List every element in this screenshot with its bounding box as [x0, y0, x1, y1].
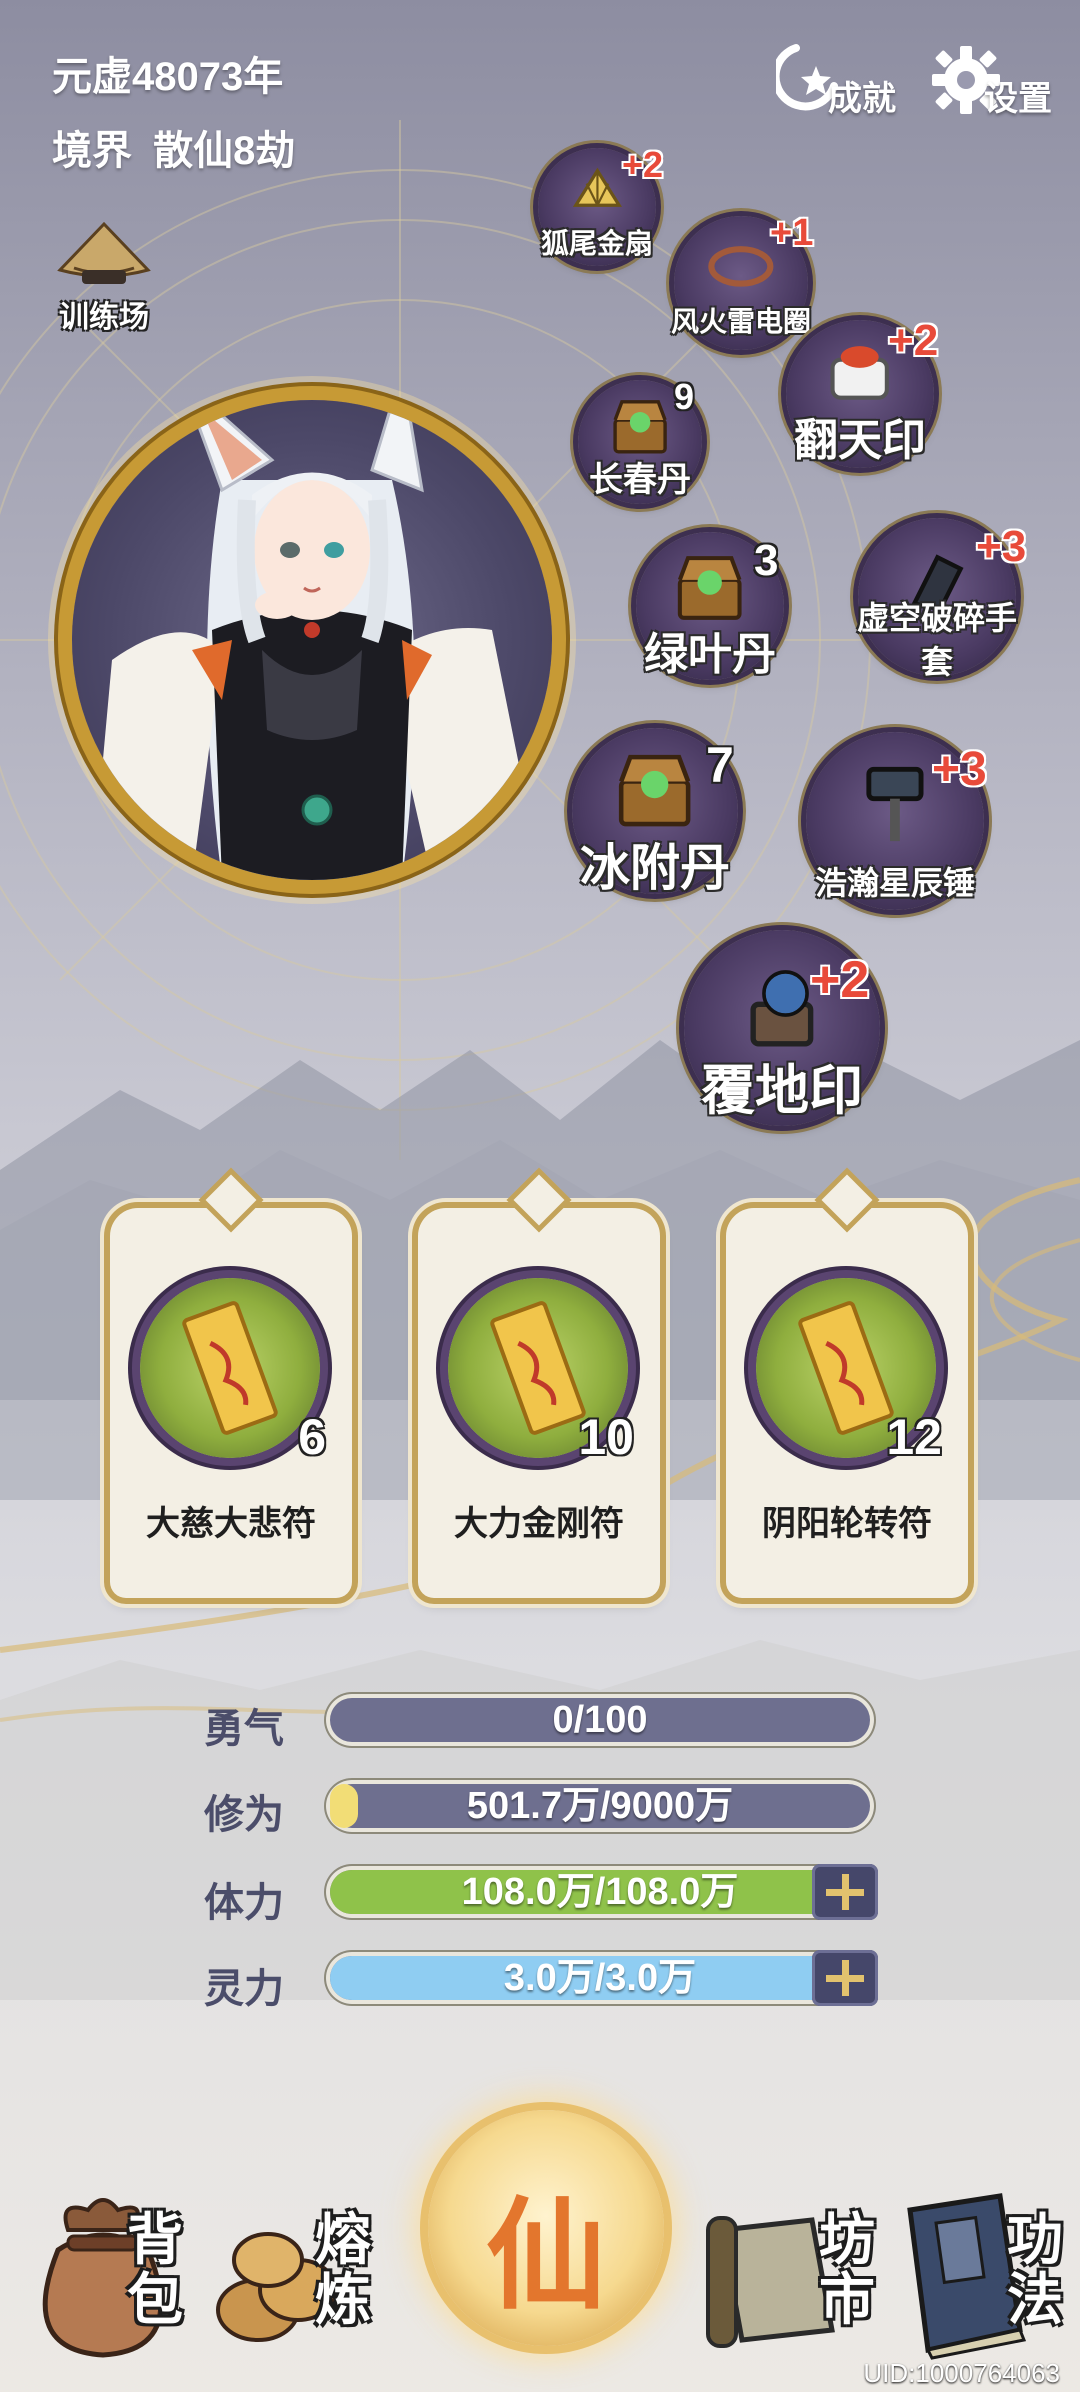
world-year: 元虚48073年 [52, 55, 284, 99]
talisman-card[interactable]: 10 大力金刚符 [418, 1208, 660, 1598]
item-count: 3 [754, 536, 779, 585]
item-name: 狐尾金扇 [540, 228, 654, 259]
cultivation-bar: 501.7万/9000万 [326, 1780, 874, 1832]
nav-market-button[interactable]: 坊市 [702, 2180, 892, 2380]
item-name: 覆地印 [701, 1061, 863, 1121]
talisman-card[interactable]: 12 阴阳轮转符 [726, 1208, 968, 1598]
item-bonus: +2 [810, 951, 870, 1009]
cultivation-label: 修为 [204, 1793, 284, 1837]
stamina-label: 体力 [204, 1881, 284, 1925]
item-name: 翻天印 [794, 416, 926, 465]
straw-hat-icon [57, 221, 151, 284]
equipment-item[interactable]: 绿叶丹 3 [636, 532, 784, 680]
equipment-item[interactable]: 翻天印 +2 [786, 316, 938, 468]
talisman-count: 10 [578, 1409, 634, 1465]
equipment-item[interactable]: 覆地印 +2 [684, 930, 880, 1126]
character-portrait[interactable] [72, 400, 552, 880]
equipment-item[interactable]: 狐尾金扇 +2 [538, 144, 663, 266]
realm-row: 境界 散仙8劫 [52, 118, 295, 176]
equipment-item[interactable]: 浩瀚星辰锤 +3 [806, 732, 987, 910]
courage-value: 0/100 [552, 1699, 648, 1741]
realm-label: 境界 [52, 129, 132, 173]
item-name: 浩瀚星辰锤 [814, 865, 976, 901]
spirit-bar: 3.0万/3.0万 [326, 1952, 874, 2004]
talisman-count: 12 [886, 1409, 942, 1465]
item-bonus: +3 [932, 743, 987, 796]
nav-skills-label: 功法 [1007, 2208, 1063, 2331]
talisman-count: 6 [298, 1409, 326, 1465]
spirit-label: 灵力 [204, 1967, 284, 2011]
chest-pill-icon [619, 754, 691, 827]
equipment-item[interactable]: 冰附丹 7 [572, 728, 738, 896]
stamina-value: 108.0万/108.0万 [461, 1871, 739, 1913]
settings-label: 设置 [984, 79, 1052, 118]
item-name: 绿叶丹 [644, 630, 776, 679]
item-name: 冰附丹 [580, 840, 730, 896]
stamina-bar: 108.0万/108.0万 [326, 1866, 874, 1918]
training-ground-button[interactable]: 训练场 [44, 220, 164, 334]
realm-value: 散仙8劫 [153, 129, 296, 173]
equipment-item[interactable]: 长春丹 9 [578, 376, 702, 504]
nav-smelt-label: 熔炼 [315, 2208, 371, 2331]
nav-bag-button[interactable]: 背包 [28, 2180, 218, 2380]
item-name: 长春丹 [589, 461, 691, 499]
achievement-button[interactable]: 成就 [776, 40, 896, 120]
nav-smelt-button[interactable]: 熔炼 [208, 2180, 398, 2380]
nav-market-label: 坊市 [819, 2208, 875, 2331]
spirit-value: 3.0万/3.0万 [503, 1957, 697, 1999]
settings-button[interactable]: 设置 [928, 40, 1052, 120]
hammer-icon [866, 767, 924, 842]
achievement-label: 成就 [828, 79, 896, 118]
fox-girl-character [92, 400, 542, 880]
talisman-card[interactable]: 6 大慈大悲符 [110, 1208, 352, 1598]
item-bonus: +2 [622, 144, 664, 185]
item-bonus: +3 [976, 522, 1027, 571]
item-name: 虚空破碎手套 [856, 600, 1017, 680]
equipment-item[interactable]: 虚空破碎手套 +3 [857, 518, 1026, 680]
cultivation-value: 501.7万/9000万 [466, 1785, 734, 1827]
talisman-icon [140, 1278, 320, 1458]
item-count: 7 [706, 737, 734, 793]
talisman-name: 大力金刚符 [454, 1505, 624, 1543]
fan-icon [572, 167, 622, 208]
courage-bar: 0/100 [326, 1694, 874, 1746]
talisman-name: 大慈大悲符 [146, 1505, 316, 1543]
ring-icon [708, 246, 774, 287]
user-id: UID:1000764063 [863, 2358, 1060, 2388]
talisman-name: 阴阳轮转符 [762, 1505, 932, 1543]
training-ground-label: 训练场 [59, 301, 149, 334]
cultivate-main-button[interactable]: 仙 [428, 2110, 664, 2346]
stamina-add-button[interactable] [812, 1864, 878, 1920]
nav-bag-label: 背包 [127, 2208, 183, 2331]
item-count: 9 [674, 376, 695, 417]
nav-skills-button[interactable]: 功法 [900, 2180, 1080, 2380]
courage-label: 勇气 [204, 1707, 284, 1751]
spirit-add-button[interactable] [812, 1950, 878, 2006]
item-bonus: +1 [770, 212, 814, 254]
cultivate-main-label: 仙 [486, 2189, 606, 2323]
item-bonus: +2 [888, 316, 939, 365]
